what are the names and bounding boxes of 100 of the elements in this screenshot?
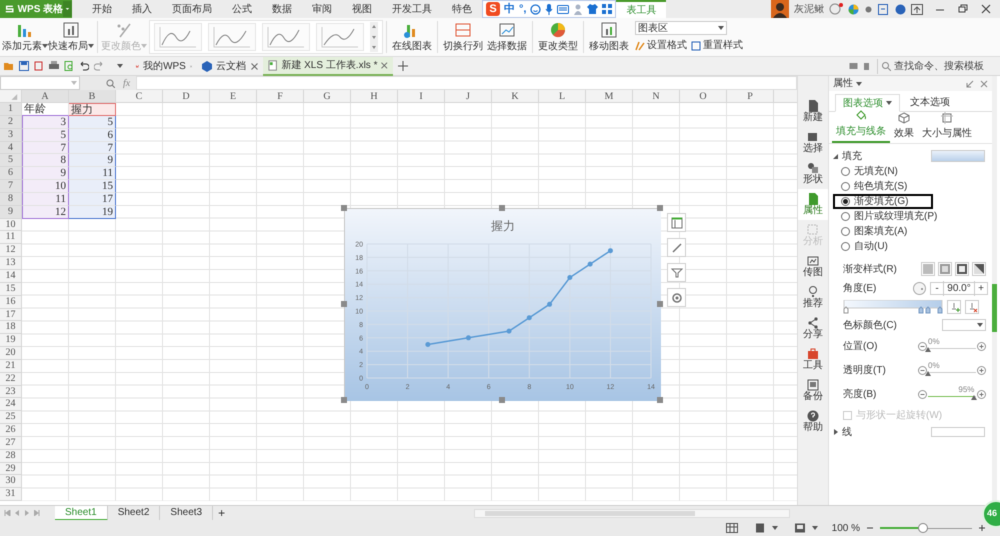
slider[interactable]: 0% bbox=[928, 337, 976, 355]
slider-thumb[interactable] bbox=[970, 395, 977, 400]
row-header[interactable]: 15 bbox=[0, 282, 22, 296]
panel-subtab[interactable]: 填充与线条 bbox=[832, 110, 890, 143]
row-header[interactable]: 18 bbox=[0, 321, 22, 334]
table-cell[interactable]: 9 bbox=[22, 167, 69, 180]
scroll-thumb[interactable] bbox=[992, 284, 997, 332]
menu-tab[interactable]: 插入 bbox=[122, 0, 162, 18]
radio-option[interactable]: 自动(U) bbox=[833, 239, 933, 254]
column-header[interactable]: B bbox=[69, 90, 116, 102]
smiley-icon[interactable] bbox=[530, 4, 542, 14]
app-menu-button[interactable]: WPS 表格 bbox=[0, 0, 72, 18]
column-header[interactable]: H bbox=[351, 90, 398, 102]
ribbon-button[interactable]: 重置样式 bbox=[691, 38, 743, 53]
color-dropdown[interactable] bbox=[942, 319, 986, 331]
table-cell[interactable]: 12 bbox=[22, 206, 69, 219]
zoom-icon[interactable] bbox=[106, 78, 115, 88]
column-header[interactable]: J bbox=[445, 90, 492, 102]
sidebar-button[interactable]: 备份 bbox=[798, 375, 828, 406]
radio-option[interactable]: 渐变填充(G) bbox=[833, 194, 933, 209]
row-header[interactable]: 7 bbox=[0, 180, 22, 193]
sidebar-button[interactable]: 形状 bbox=[798, 158, 828, 189]
row-header[interactable]: 26 bbox=[0, 424, 22, 437]
column-header[interactable]: M bbox=[586, 90, 633, 102]
sidebar-button[interactable]: 选择 bbox=[798, 127, 828, 158]
row-header[interactable]: 5 bbox=[0, 154, 22, 168]
table-cell[interactable]: 15 bbox=[69, 180, 116, 193]
decrement-button[interactable]: - bbox=[931, 280, 944, 296]
row-header[interactable]: 29 bbox=[0, 462, 22, 476]
row-header[interactable]: 4 bbox=[0, 142, 22, 154]
column-header[interactable]: G bbox=[304, 90, 351, 102]
table-cell[interactable]: 3 bbox=[22, 116, 69, 129]
chart-style-thumbnail[interactable] bbox=[154, 23, 202, 51]
row-header[interactable]: 11 bbox=[0, 231, 22, 244]
column-header[interactable]: L bbox=[539, 90, 586, 102]
ribbon-button[interactable]: 更改类型 bbox=[536, 19, 580, 55]
row-header[interactable]: 30 bbox=[0, 475, 22, 488]
page-view-icon[interactable] bbox=[754, 523, 766, 533]
table-cell[interactable]: 8 bbox=[22, 154, 69, 168]
caret-icon[interactable] bbox=[812, 525, 818, 531]
row-header[interactable]: 19 bbox=[0, 334, 22, 348]
input-method-item[interactable]: 中 bbox=[504, 0, 515, 18]
slider-thumb[interactable] bbox=[925, 371, 931, 376]
document-tab[interactable]: 云文档 bbox=[197, 56, 263, 76]
radio-option[interactable]: 图案填充(A) bbox=[833, 224, 933, 239]
sidebar-button[interactable]: 工具 bbox=[798, 344, 828, 375]
colorful-circle-icon[interactable] bbox=[848, 4, 859, 14]
restore-panel-icon[interactable] bbox=[911, 4, 923, 14]
row-header[interactable]: 13 bbox=[0, 257, 22, 270]
sidebar-button[interactable]: 属性 bbox=[798, 189, 828, 220]
section-header[interactable]: 线 bbox=[833, 424, 852, 440]
resize-handle[interactable] bbox=[499, 397, 505, 403]
close-icon[interactable] bbox=[251, 62, 258, 70]
grid-icon[interactable] bbox=[602, 4, 612, 14]
sidebar-button[interactable]: 推荐 bbox=[798, 282, 828, 313]
row-header[interactable]: 21 bbox=[0, 360, 22, 373]
panel-subtab[interactable]: 效果 bbox=[890, 112, 918, 143]
resize-handle[interactable] bbox=[341, 301, 347, 307]
row-header[interactable]: 8 bbox=[0, 192, 22, 206]
ribbon-button[interactable]: 快速布局 bbox=[48, 19, 94, 55]
resize-handle[interactable] bbox=[341, 397, 347, 403]
table-cell[interactable]: 5 bbox=[22, 128, 69, 142]
shirt-icon[interactable] bbox=[587, 4, 598, 14]
table-cell[interactable]: 7 bbox=[69, 142, 116, 154]
zoom-slider[interactable] bbox=[880, 523, 972, 533]
increment-button[interactable]: + bbox=[974, 280, 987, 296]
ribbon-button[interactable]: 移动图表 bbox=[587, 19, 631, 55]
column-header[interactable]: F bbox=[257, 90, 304, 102]
collapse-icon[interactable] bbox=[966, 80, 974, 88]
input-method-item[interactable]: °, bbox=[519, 0, 526, 18]
ribbon-button[interactable]: 添加元素 bbox=[2, 19, 48, 55]
line-style-swatch[interactable] bbox=[931, 427, 985, 437]
caret-icon[interactable] bbox=[117, 63, 123, 69]
table-cell[interactable]: 握力 bbox=[69, 103, 116, 116]
notification-icon[interactable] bbox=[829, 3, 843, 15]
add-tab-icon[interactable] bbox=[398, 61, 408, 71]
undo-icon[interactable] bbox=[79, 61, 89, 71]
table-cell[interactable]: 年龄 bbox=[22, 103, 69, 116]
avatar-icon[interactable] bbox=[771, 0, 789, 18]
gallery-scroll-icon[interactable] bbox=[370, 22, 378, 52]
menu-tab[interactable]: 公式 bbox=[222, 0, 262, 18]
restore-icon[interactable] bbox=[957, 4, 969, 14]
table-cell[interactable]: 17 bbox=[69, 192, 116, 206]
menu-tab[interactable]: 特色 bbox=[442, 0, 482, 18]
gradient-stops-drawing[interactable] bbox=[843, 300, 943, 314]
column-header[interactable]: K bbox=[492, 90, 539, 102]
table-cell[interactable]: 7 bbox=[22, 142, 69, 154]
remove-stop-icon[interactable] bbox=[965, 300, 979, 314]
folder-icon[interactable] bbox=[4, 61, 14, 71]
row-header[interactable]: 14 bbox=[0, 270, 22, 283]
slider[interactable]: 0% bbox=[928, 361, 976, 379]
table-cell[interactable]: 6 bbox=[69, 128, 116, 142]
row-header[interactable]: 6 bbox=[0, 167, 22, 180]
chart-tool-button[interactable] bbox=[667, 288, 686, 307]
close-icon[interactable] bbox=[381, 62, 388, 68]
print-icon[interactable] bbox=[49, 61, 59, 71]
panel-subtab[interactable]: 大小与属性 bbox=[918, 112, 976, 143]
decrement-icon[interactable] bbox=[918, 390, 927, 398]
decrement-icon[interactable] bbox=[918, 366, 927, 374]
menu-tab[interactable]: 开始 bbox=[82, 0, 122, 18]
